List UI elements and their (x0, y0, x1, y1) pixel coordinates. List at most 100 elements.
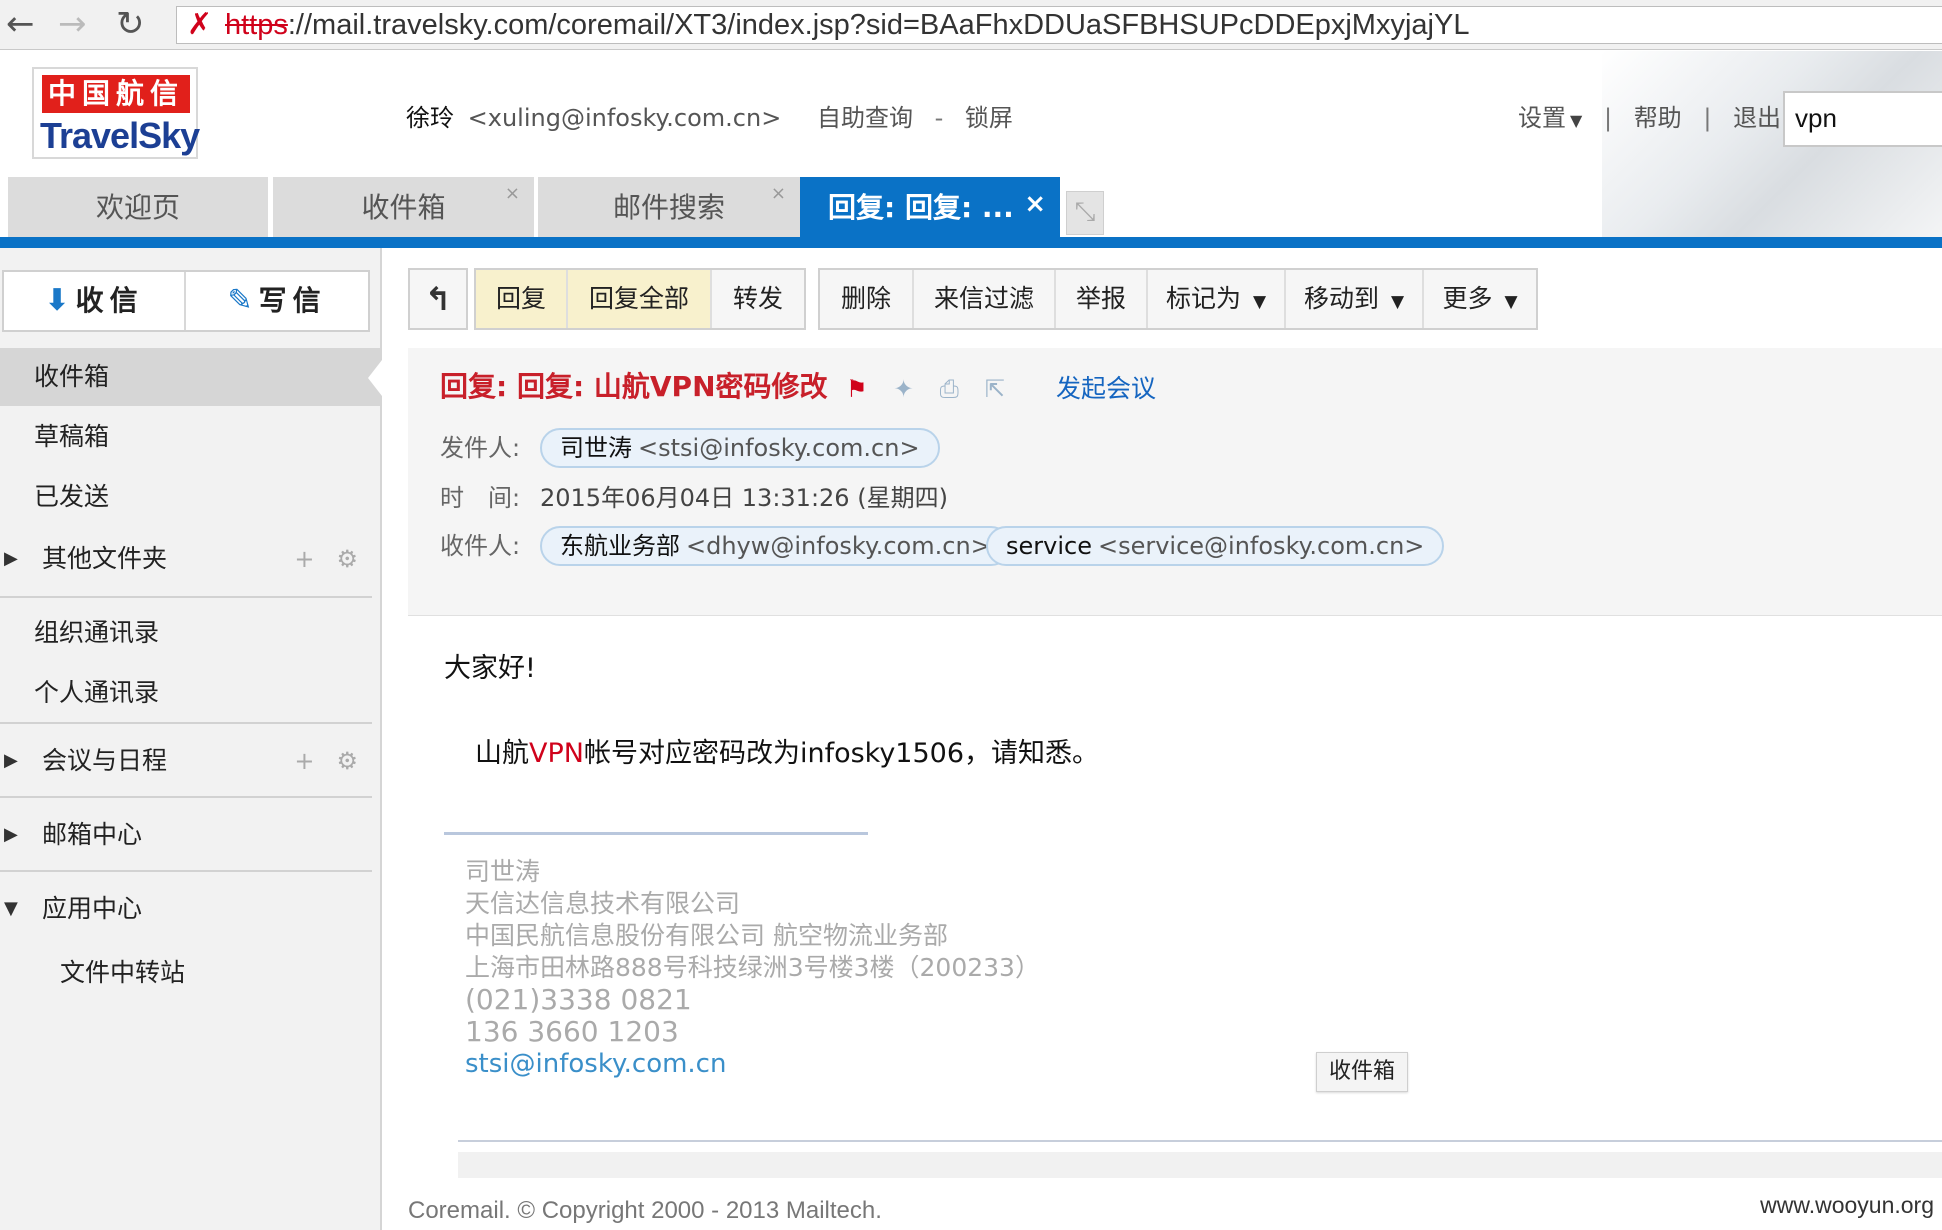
message-header: 回复: 回复: 山航VPN密码修改 ⚑ ✦ ⎙ ⇱ 发起会议 发件人: 司世涛 <sts… (408, 348, 1942, 616)
body-text-after: 帐号对应密码改为infosky1506，请知悉。 (583, 738, 1100, 769)
back-to-list-button[interactable]: ↰ (408, 268, 468, 330)
sidebar-item-label: 组织通讯录 (34, 618, 160, 647)
sidebar-item-inbox[interactable]: 收件箱 (0, 348, 382, 406)
open-window-icon[interactable]: ⇱ (985, 372, 1005, 406)
tab-inbox[interactable]: 收件箱 × (273, 177, 534, 241)
user-name: 徐玲 (406, 104, 454, 132)
caret-down-icon[interactable]: ▼ (4, 880, 18, 938)
gear-icon[interactable]: ⚙ (336, 545, 358, 573)
move-to-button[interactable]: 移动到 ▼ (1286, 270, 1424, 328)
tab-mail-search[interactable]: 邮件搜索 × (538, 177, 800, 241)
sidebar-item-other-folders[interactable]: ▶ 其他文件夹 + ⚙ (0, 530, 380, 588)
write-mail-button[interactable]: ✎ 写信 (186, 272, 368, 330)
sidebar-item-sent[interactable]: 已发送 (0, 468, 380, 526)
address-bar[interactable]: ✗ https://mail.travelsky.com/coremail/XT… (176, 6, 1942, 44)
signature-address: 上海市田林路888号科技绿洲3号楼3楼（200233） (465, 953, 1040, 982)
mail-header: 中国航信 TravelSky 徐玲 <xuling@infosky.com.cn… (0, 51, 1942, 241)
star-icon[interactable]: ✦ (894, 372, 914, 406)
settings-link[interactable]: 设置 (1518, 104, 1566, 132)
tab-label: 欢迎页 (95, 191, 180, 224)
insecure-connection-icon[interactable]: ✗ (187, 9, 212, 41)
back-arrow-icon[interactable]: ← (6, 4, 35, 44)
sidebar-item-app-center[interactable]: ▼ 应用中心 (0, 880, 380, 938)
sidebar-item-label: 文件中转站 (60, 958, 186, 987)
sidebar-item-label: 会议与日程 (42, 746, 168, 775)
browser-toolbar: ← → ↻ ✗ https://mail.travelsky.com/corem… (0, 0, 1942, 50)
close-icon[interactable]: × (771, 163, 786, 225)
caret-right-icon[interactable]: ▶ (4, 806, 18, 864)
recipient-chip[interactable]: service <service@infosky.com.cn> (986, 526, 1445, 566)
travelsky-logo[interactable]: 中国航信 TravelSky (32, 67, 200, 159)
close-icon[interactable]: × (1024, 173, 1046, 235)
reply-all-button[interactable]: 回复全部 (568, 270, 712, 328)
sidebar-item-drafts[interactable]: 草稿箱 (0, 408, 380, 466)
caret-right-icon[interactable]: ▶ (4, 530, 18, 588)
link-separator: | (1603, 104, 1613, 132)
user-email: <xuling@infosky.com.cn> (467, 104, 782, 132)
fullscreen-toggle-icon[interactable]: ⤡ (1066, 191, 1104, 235)
mail-search-input[interactable]: vpn (1783, 91, 1942, 147)
url-text[interactable]: https://mail.travelsky.com/coremail/XT3/… (225, 8, 1469, 42)
recipient-chip[interactable]: 东航业务部 <dhyw@infosky.com.cn> (540, 526, 1011, 566)
report-button[interactable]: 举报 (1056, 270, 1148, 328)
mark-as-button[interactable]: 标记为 ▼ (1148, 270, 1286, 328)
more-label: 更多 (1442, 284, 1493, 313)
more-button[interactable]: 更多 ▼ (1424, 270, 1536, 328)
sender-name: 司世涛 (560, 434, 632, 462)
flag-icon[interactable]: ⚑ (846, 372, 868, 406)
start-meeting-link[interactable]: 发起会议 (1056, 372, 1156, 406)
sidebar-item-label: 草稿箱 (34, 422, 110, 451)
print-icon[interactable]: ⎙ (940, 372, 959, 406)
sidebar-item-file-transfer[interactable]: 文件中转站 (0, 944, 380, 1002)
receive-mail-button[interactable]: ⬇ 收信 (4, 272, 186, 330)
lock-screen-link[interactable]: 锁屏 (965, 104, 1013, 132)
chevron-down-icon: ▼ (1390, 292, 1405, 312)
chevron-down-icon: ▼ (1252, 292, 1267, 312)
top-links: 设置 ▼ | 帮助 | 退出 (1518, 101, 1781, 138)
sidebar-item-mailbox-center[interactable]: ▶ 邮箱中心 (0, 806, 380, 864)
delete-button[interactable]: 删除 (820, 270, 914, 328)
logout-link[interactable]: 退出 (1733, 104, 1781, 132)
caret-right-icon[interactable]: ▶ (4, 732, 18, 790)
tab-reading-mail[interactable]: 回复: 回复: ... × (800, 177, 1060, 241)
forward-button[interactable]: 转发 (712, 270, 804, 328)
chevron-down-icon[interactable]: ▼ (1570, 111, 1582, 130)
add-icon[interactable]: + (294, 545, 314, 573)
divider (0, 796, 372, 798)
compose-row: ⬇ 收信 ✎ 写信 (2, 270, 370, 332)
logo-english: TravelSky (40, 115, 200, 156)
forward-arrow-icon[interactable]: → (58, 4, 87, 44)
sidebar-item-meetings[interactable]: ▶ 会议与日程 + ⚙ (0, 732, 380, 790)
quoted-message (458, 1152, 1942, 1178)
add-icon[interactable]: + (294, 747, 314, 775)
body-text-before: 山航 (475, 738, 529, 769)
reply-button[interactable]: 回复 (476, 270, 568, 328)
signature-email-link[interactable]: stsi@infosky.com.cn (465, 1048, 726, 1080)
signature-phone: (021)3338 0821 (465, 983, 692, 1016)
signature-divider (444, 832, 868, 835)
sidebar-item-personal-contacts[interactable]: 个人通讯录 (0, 664, 380, 722)
sender-address: <stsi@infosky.com.cn> (638, 434, 920, 462)
sender-chip[interactable]: 司世涛 <stsi@infosky.com.cn> (540, 428, 940, 468)
chevron-down-icon: ▼ (1504, 292, 1518, 312)
self-query-link[interactable]: 自助查询 (817, 104, 913, 132)
action-button-group: 删除 来信过滤 举报 标记为 ▼ 移动到 ▼ 更多 ▼ (818, 268, 1538, 330)
signature-company: 中国民航信息股份有限公司 航空物流业务部 (465, 921, 948, 950)
floating-inbox-button[interactable]: 收件箱 (1316, 1052, 1408, 1092)
signature-mobile: 136 3660 1203 (465, 1015, 679, 1048)
edit-icon: ✎ (227, 283, 253, 318)
close-icon[interactable]: × (505, 163, 520, 225)
signature-company: 天信达信息技术有限公司 (465, 889, 741, 918)
help-link[interactable]: 帮助 (1634, 104, 1682, 132)
tab-welcome[interactable]: 欢迎页 (8, 177, 268, 241)
sidebar-item-org-contacts[interactable]: 组织通讯录 (0, 604, 380, 662)
time-label: 时 间: (440, 484, 521, 512)
body-greeting: 大家好! (444, 653, 536, 684)
divider (0, 596, 372, 598)
filter-button[interactable]: 来信过滤 (914, 270, 1056, 328)
body-content: 山航VPN帐号对应密码改为infosky1506，请知悉。 (475, 735, 1099, 773)
reload-icon[interactable]: ↻ (116, 4, 145, 44)
tab-label: 收件箱 (361, 191, 446, 224)
sidebar-item-label: 其他文件夹 (42, 544, 168, 573)
gear-icon[interactable]: ⚙ (336, 747, 358, 775)
